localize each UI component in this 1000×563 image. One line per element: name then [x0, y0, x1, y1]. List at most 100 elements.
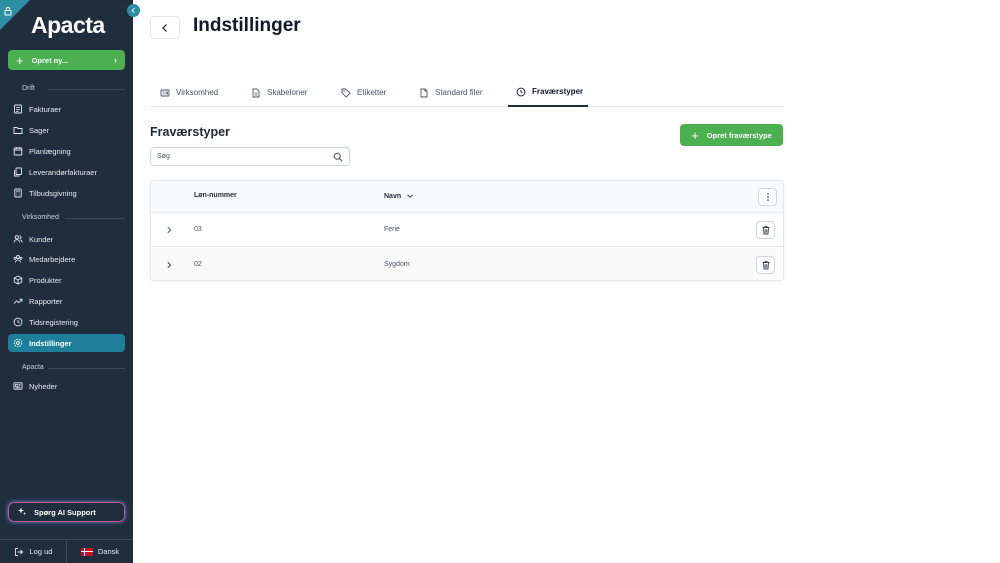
page-title: Indstillinger — [193, 15, 301, 36]
settings-icon — [13, 338, 23, 348]
column-header-lon-nummer[interactable]: Løn-nummer — [194, 192, 237, 199]
team-icon — [13, 254, 23, 264]
folder-open-icon — [13, 125, 23, 135]
section-title: Fraværstyper — [150, 125, 230, 139]
expand-chevron-icon[interactable] — [163, 259, 175, 271]
trash-icon — [762, 260, 769, 270]
expand-chevron-icon[interactable] — [163, 224, 175, 236]
danish-flag-icon — [80, 547, 93, 556]
table-row[interactable]: 02 Sygdom — [151, 248, 783, 280]
sidebar-item-tilbudsgivning[interactable]: Tilbudsgivning — [8, 184, 125, 202]
tab-label: Standard filer — [435, 88, 483, 97]
section-apacta: Apacta — [22, 364, 44, 371]
divider — [48, 368, 125, 369]
sidebar-item-label: Sager — [29, 125, 50, 135]
search-box — [150, 147, 350, 166]
create-absence-type-button[interactable]: + Opret fraværstype — [680, 124, 783, 146]
newspaper-icon — [13, 381, 23, 391]
section-virksomhed: Virksomhed — [22, 214, 59, 221]
delete-button[interactable] — [756, 256, 775, 274]
more-vertical-icon — [766, 193, 769, 201]
app-logo: Apacta — [31, 12, 105, 38]
plus-icon: + — [16, 52, 24, 68]
table-row[interactable]: 03 Ferie — [151, 213, 783, 247]
cell-navn: Sygdom — [384, 261, 410, 268]
column-label: Navn — [384, 192, 402, 200]
delete-button[interactable] — [756, 221, 775, 239]
sidebar-item-label: Nyheder — [29, 381, 58, 391]
sidebar-item-label: Tidsregistering — [29, 317, 78, 327]
create-new-label: Opret ny... — [31, 55, 69, 65]
folder-icon — [13, 104, 23, 114]
tab-fravaerstyper[interactable]: Fraværstyper — [508, 78, 588, 107]
tag-icon — [341, 88, 351, 98]
sidebar-item-label: Leverandørfakturaer — [29, 167, 97, 177]
chevron-left-icon — [162, 23, 167, 32]
language-label: Dansk — [97, 547, 120, 556]
sidebar-item-rapporter[interactable]: Rapporter — [8, 292, 125, 310]
sidebar-item-produkter[interactable]: Produkter — [8, 271, 125, 289]
sidebar-item-indstillinger[interactable]: Indstillinger — [8, 334, 125, 352]
clock-icon — [13, 317, 23, 327]
plus-icon: + — [691, 127, 699, 143]
sidebar-item-tidsregistering[interactable]: Tidsregistering — [8, 313, 125, 331]
tab-label: Virksomhed — [176, 88, 219, 97]
tab-etiketter[interactable]: Etiketter — [333, 78, 394, 107]
search-icon[interactable] — [333, 152, 343, 162]
calculator-icon — [13, 188, 23, 198]
sidebar-item-leverandorfakturaer[interactable]: Leverandørfakturaer — [8, 163, 125, 181]
calendar-icon — [13, 146, 23, 156]
cell-lon-nummer: 03 — [194, 226, 202, 233]
logout-icon — [14, 547, 24, 557]
tab-label: Etiketter — [357, 88, 387, 97]
divider — [48, 89, 125, 90]
sidebar-item-kunder[interactable]: Kunder — [8, 230, 125, 248]
ai-support-button[interactable]: Spørg AI Support — [8, 502, 125, 522]
clock-icon — [516, 87, 526, 97]
logout-label: Log ud — [29, 547, 53, 556]
sidebar-item-fakturaer[interactable]: Fakturaer — [8, 100, 125, 118]
sidebar-item-sager[interactable]: Sager — [8, 121, 125, 139]
ai-support-label: Spørg AI Support — [34, 507, 96, 517]
sidebar-footer: Log ud Dansk — [0, 539, 133, 563]
tab-standard-filer[interactable]: Standard filer — [411, 78, 491, 107]
collapse-sidebar-button[interactable] — [127, 4, 140, 17]
tab-label: Skabeloner — [267, 88, 308, 97]
language-button[interactable]: Dansk — [67, 540, 133, 563]
section-drift: Drift — [22, 85, 35, 92]
back-button[interactable] — [150, 16, 180, 39]
sidebar-item-label: Fakturaer — [29, 104, 62, 114]
table-header: Løn-nummer Navn — [151, 181, 783, 213]
sort-chevron-down-icon — [406, 192, 414, 200]
file-icon — [419, 88, 429, 98]
sidebar: Apacta + Opret ny... › Drift Fakturaer S… — [0, 0, 133, 563]
tab-virksomhed[interactable]: Virksomhed — [152, 78, 226, 107]
sidebar-item-label: Rapporter — [29, 296, 63, 306]
sidebar-item-label: Kunder — [29, 234, 54, 244]
sidebar-item-medarbejdere[interactable]: Medarbejdere — [8, 250, 125, 268]
trash-icon — [762, 225, 769, 235]
search-input[interactable] — [157, 153, 327, 160]
users-icon — [13, 234, 23, 244]
chevron-left-icon — [131, 7, 135, 14]
documents-icon — [13, 167, 23, 177]
chevron-right-icon: › — [114, 55, 117, 65]
divider — [65, 218, 125, 219]
sidebar-item-nyheder[interactable]: Nyheder — [8, 377, 125, 395]
logout-button[interactable]: Log ud — [0, 540, 67, 563]
sparkle-icon — [17, 506, 27, 518]
sidebar-item-label: Indstillinger — [29, 338, 72, 348]
absence-types-table: Løn-nummer Navn 03 Ferie 02 Sygdom — [150, 180, 784, 281]
column-header-navn[interactable]: Navn — [384, 192, 414, 200]
id-card-icon — [160, 88, 170, 98]
tab-label: Fraværstyper — [532, 87, 584, 96]
box-icon — [13, 275, 23, 285]
column-options-button[interactable] — [758, 188, 777, 206]
cell-navn: Ferie — [384, 226, 400, 233]
create-new-button[interactable]: + Opret ny... › — [8, 50, 125, 70]
tab-skabeloner[interactable]: Skabeloner — [243, 78, 315, 107]
column-label: Løn-nummer — [194, 192, 237, 199]
sidebar-item-label: Tilbudsgivning — [29, 188, 77, 198]
sidebar-item-planlaegning[interactable]: Planlægning — [8, 142, 125, 160]
lock-icon — [3, 3, 13, 16]
